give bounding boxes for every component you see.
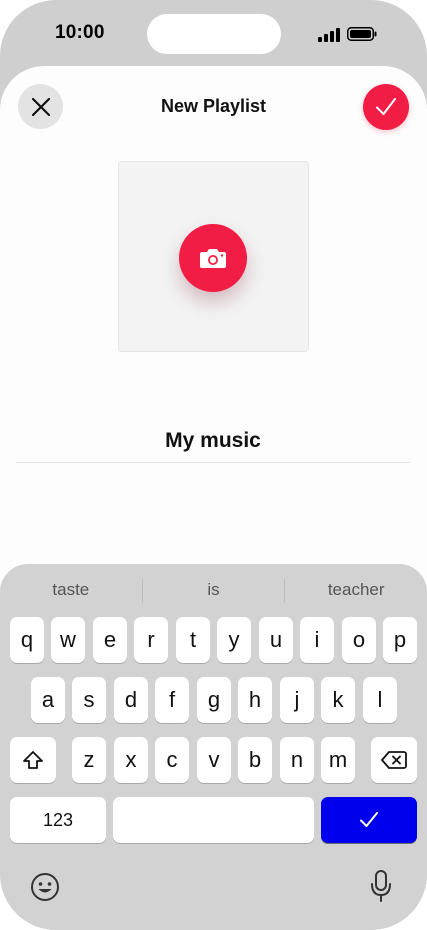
key-r[interactable]: r (134, 617, 168, 663)
emoji-icon (31, 873, 59, 901)
camera-icon (200, 249, 226, 268)
key-q[interactable]: q (10, 617, 44, 663)
status-time: 10:00 (55, 22, 105, 43)
checkmark-icon (376, 98, 396, 115)
key-b[interactable]: b (238, 737, 272, 783)
key-o[interactable]: o (342, 617, 376, 663)
key-f[interactable]: f (155, 677, 189, 723)
shift-key[interactable] (10, 737, 56, 783)
key-v[interactable]: v (197, 737, 231, 783)
suggestion-item[interactable]: teacher (285, 578, 427, 604)
key-w[interactable]: w (51, 617, 85, 663)
key-m[interactable]: m (321, 737, 355, 783)
key-p[interactable]: p (383, 617, 417, 663)
key-s[interactable]: s (72, 677, 106, 723)
key-t[interactable]: t (176, 617, 210, 663)
delete-key[interactable] (371, 737, 417, 783)
microphone-icon (371, 870, 391, 902)
key-k[interactable]: k (321, 677, 355, 723)
key-d[interactable]: d (114, 677, 148, 723)
key-c[interactable]: c (155, 737, 189, 783)
dynamic-island (147, 14, 281, 54)
shift-icon (23, 751, 43, 769)
space-key[interactable] (113, 797, 314, 843)
key-x[interactable]: x (114, 737, 148, 783)
key-n[interactable]: n (280, 737, 314, 783)
key-i[interactable]: i (300, 617, 334, 663)
key-a[interactable]: a (31, 677, 65, 723)
add-photo-button[interactable] (179, 224, 247, 292)
phone-frame: 10:00 New Playlist taste (0, 0, 427, 930)
playlist-name-input[interactable] (16, 420, 410, 463)
suggestion-item[interactable]: taste (0, 578, 142, 604)
cellular-signal-icon (318, 28, 340, 42)
battery-icon (347, 27, 377, 41)
emoji-button[interactable] (29, 871, 61, 903)
key-l[interactable]: l (363, 677, 397, 723)
key-e[interactable]: e (93, 617, 127, 663)
confirm-button[interactable] (363, 84, 409, 130)
key-j[interactable]: j (280, 677, 314, 723)
delete-backspace-icon (381, 751, 407, 769)
key-y[interactable]: y (217, 617, 251, 663)
key-u[interactable]: u (259, 617, 293, 663)
key-g[interactable]: g (197, 677, 231, 723)
suggestion-bar: taste is teacher (0, 578, 427, 604)
checkmark-icon (360, 812, 378, 827)
key-h[interactable]: h (238, 677, 272, 723)
numbers-key[interactable]: 123 (10, 797, 106, 843)
suggestion-item[interactable]: is (143, 578, 285, 604)
dictation-button[interactable] (368, 868, 394, 904)
key-z[interactable]: z (72, 737, 106, 783)
return-key[interactable] (321, 797, 417, 843)
